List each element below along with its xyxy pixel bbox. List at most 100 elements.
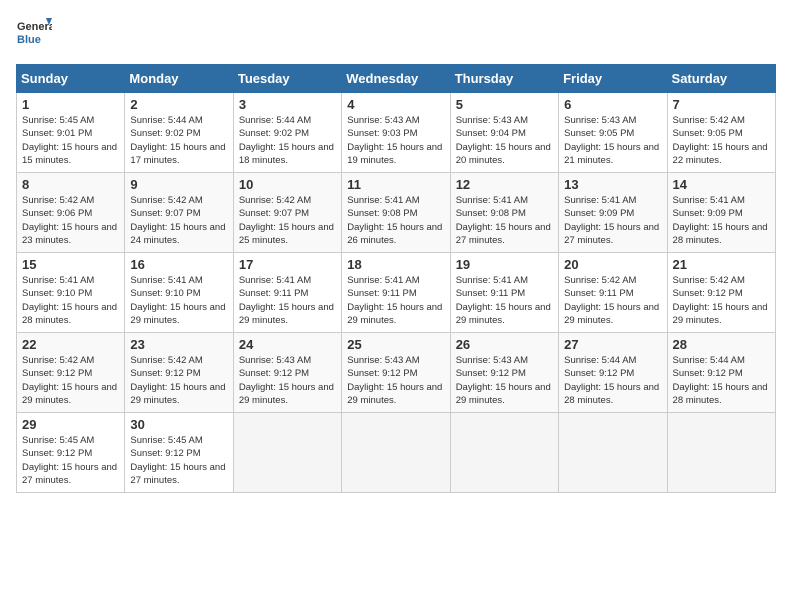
day-info: Sunrise: 5:43 AM Sunset: 9:05 PM Dayligh… [564, 114, 661, 167]
day-info: Sunrise: 5:43 AM Sunset: 9:04 PM Dayligh… [456, 114, 553, 167]
day-info: Sunrise: 5:43 AM Sunset: 9:03 PM Dayligh… [347, 114, 444, 167]
day-cell-4: 4 Sunrise: 5:43 AM Sunset: 9:03 PM Dayli… [342, 93, 450, 173]
day-cell-8: 8 Sunrise: 5:42 AM Sunset: 9:06 PM Dayli… [17, 173, 125, 253]
weekday-header-friday: Friday [559, 65, 667, 93]
day-info: Sunrise: 5:41 AM Sunset: 9:10 PM Dayligh… [130, 274, 227, 327]
day-cell-27: 27 Sunrise: 5:44 AM Sunset: 9:12 PM Dayl… [559, 333, 667, 413]
day-number: 21 [673, 257, 770, 272]
day-number: 23 [130, 337, 227, 352]
day-number: 12 [456, 177, 553, 192]
day-number: 20 [564, 257, 661, 272]
logo: General Blue [16, 16, 52, 52]
header: General Blue [16, 16, 776, 52]
day-info: Sunrise: 5:42 AM Sunset: 9:07 PM Dayligh… [130, 194, 227, 247]
calendar-week-row: 29 Sunrise: 5:45 AM Sunset: 9:12 PM Dayl… [17, 413, 776, 493]
day-number: 19 [456, 257, 553, 272]
day-cell-25: 25 Sunrise: 5:43 AM Sunset: 9:12 PM Dayl… [342, 333, 450, 413]
day-info: Sunrise: 5:41 AM Sunset: 9:08 PM Dayligh… [456, 194, 553, 247]
day-cell-5: 5 Sunrise: 5:43 AM Sunset: 9:04 PM Dayli… [450, 93, 558, 173]
day-cell-15: 15 Sunrise: 5:41 AM Sunset: 9:10 PM Dayl… [17, 253, 125, 333]
day-number: 6 [564, 97, 661, 112]
day-info: Sunrise: 5:42 AM Sunset: 9:05 PM Dayligh… [673, 114, 770, 167]
empty-cell [233, 413, 341, 493]
day-info: Sunrise: 5:41 AM Sunset: 9:10 PM Dayligh… [22, 274, 119, 327]
day-info: Sunrise: 5:41 AM Sunset: 9:11 PM Dayligh… [347, 274, 444, 327]
day-cell-29: 29 Sunrise: 5:45 AM Sunset: 9:12 PM Dayl… [17, 413, 125, 493]
day-info: Sunrise: 5:43 AM Sunset: 9:12 PM Dayligh… [239, 354, 336, 407]
logo-svg: General Blue [16, 16, 52, 52]
svg-text:General: General [17, 21, 52, 33]
day-cell-11: 11 Sunrise: 5:41 AM Sunset: 9:08 PM Dayl… [342, 173, 450, 253]
weekday-header-tuesday: Tuesday [233, 65, 341, 93]
day-number: 26 [456, 337, 553, 352]
day-info: Sunrise: 5:42 AM Sunset: 9:06 PM Dayligh… [22, 194, 119, 247]
day-cell-2: 2 Sunrise: 5:44 AM Sunset: 9:02 PM Dayli… [125, 93, 233, 173]
day-info: Sunrise: 5:42 AM Sunset: 9:12 PM Dayligh… [22, 354, 119, 407]
day-cell-3: 3 Sunrise: 5:44 AM Sunset: 9:02 PM Dayli… [233, 93, 341, 173]
day-info: Sunrise: 5:45 AM Sunset: 9:12 PM Dayligh… [22, 434, 119, 487]
empty-cell [450, 413, 558, 493]
day-number: 24 [239, 337, 336, 352]
calendar-week-row: 22 Sunrise: 5:42 AM Sunset: 9:12 PM Dayl… [17, 333, 776, 413]
day-cell-16: 16 Sunrise: 5:41 AM Sunset: 9:10 PM Dayl… [125, 253, 233, 333]
day-cell-17: 17 Sunrise: 5:41 AM Sunset: 9:11 PM Dayl… [233, 253, 341, 333]
day-number: 27 [564, 337, 661, 352]
empty-cell [559, 413, 667, 493]
day-cell-6: 6 Sunrise: 5:43 AM Sunset: 9:05 PM Dayli… [559, 93, 667, 173]
day-info: Sunrise: 5:44 AM Sunset: 9:02 PM Dayligh… [130, 114, 227, 167]
day-cell-19: 19 Sunrise: 5:41 AM Sunset: 9:11 PM Dayl… [450, 253, 558, 333]
day-number: 1 [22, 97, 119, 112]
weekday-header-wednesday: Wednesday [342, 65, 450, 93]
day-number: 28 [673, 337, 770, 352]
day-number: 22 [22, 337, 119, 352]
day-number: 2 [130, 97, 227, 112]
day-number: 11 [347, 177, 444, 192]
day-info: Sunrise: 5:44 AM Sunset: 9:02 PM Dayligh… [239, 114, 336, 167]
day-cell-13: 13 Sunrise: 5:41 AM Sunset: 9:09 PM Dayl… [559, 173, 667, 253]
day-info: Sunrise: 5:45 AM Sunset: 9:01 PM Dayligh… [22, 114, 119, 167]
day-info: Sunrise: 5:41 AM Sunset: 9:11 PM Dayligh… [239, 274, 336, 327]
day-number: 14 [673, 177, 770, 192]
day-info: Sunrise: 5:42 AM Sunset: 9:12 PM Dayligh… [673, 274, 770, 327]
weekday-header-thursday: Thursday [450, 65, 558, 93]
day-cell-28: 28 Sunrise: 5:44 AM Sunset: 9:12 PM Dayl… [667, 333, 775, 413]
day-info: Sunrise: 5:41 AM Sunset: 9:11 PM Dayligh… [456, 274, 553, 327]
day-number: 9 [130, 177, 227, 192]
day-cell-14: 14 Sunrise: 5:41 AM Sunset: 9:09 PM Dayl… [667, 173, 775, 253]
weekday-header-row: SundayMondayTuesdayWednesdayThursdayFrid… [17, 65, 776, 93]
empty-cell [667, 413, 775, 493]
day-cell-26: 26 Sunrise: 5:43 AM Sunset: 9:12 PM Dayl… [450, 333, 558, 413]
calendar-week-row: 15 Sunrise: 5:41 AM Sunset: 9:10 PM Dayl… [17, 253, 776, 333]
day-info: Sunrise: 5:44 AM Sunset: 9:12 PM Dayligh… [564, 354, 661, 407]
day-cell-1: 1 Sunrise: 5:45 AM Sunset: 9:01 PM Dayli… [17, 93, 125, 173]
day-info: Sunrise: 5:44 AM Sunset: 9:12 PM Dayligh… [673, 354, 770, 407]
day-number: 15 [22, 257, 119, 272]
day-number: 29 [22, 417, 119, 432]
day-number: 7 [673, 97, 770, 112]
day-cell-22: 22 Sunrise: 5:42 AM Sunset: 9:12 PM Dayl… [17, 333, 125, 413]
day-cell-24: 24 Sunrise: 5:43 AM Sunset: 9:12 PM Dayl… [233, 333, 341, 413]
day-info: Sunrise: 5:42 AM Sunset: 9:11 PM Dayligh… [564, 274, 661, 327]
day-info: Sunrise: 5:42 AM Sunset: 9:07 PM Dayligh… [239, 194, 336, 247]
day-info: Sunrise: 5:42 AM Sunset: 9:12 PM Dayligh… [130, 354, 227, 407]
day-cell-10: 10 Sunrise: 5:42 AM Sunset: 9:07 PM Dayl… [233, 173, 341, 253]
day-info: Sunrise: 5:45 AM Sunset: 9:12 PM Dayligh… [130, 434, 227, 487]
day-number: 30 [130, 417, 227, 432]
day-number: 18 [347, 257, 444, 272]
day-number: 4 [347, 97, 444, 112]
day-cell-7: 7 Sunrise: 5:42 AM Sunset: 9:05 PM Dayli… [667, 93, 775, 173]
day-number: 8 [22, 177, 119, 192]
calendar-week-row: 1 Sunrise: 5:45 AM Sunset: 9:01 PM Dayli… [17, 93, 776, 173]
calendar-table: SundayMondayTuesdayWednesdayThursdayFrid… [16, 64, 776, 493]
weekday-header-sunday: Sunday [17, 65, 125, 93]
day-info: Sunrise: 5:43 AM Sunset: 9:12 PM Dayligh… [456, 354, 553, 407]
day-number: 17 [239, 257, 336, 272]
weekday-header-saturday: Saturday [667, 65, 775, 93]
day-cell-21: 21 Sunrise: 5:42 AM Sunset: 9:12 PM Dayl… [667, 253, 775, 333]
day-number: 13 [564, 177, 661, 192]
empty-cell [342, 413, 450, 493]
day-info: Sunrise: 5:41 AM Sunset: 9:09 PM Dayligh… [564, 194, 661, 247]
day-number: 5 [456, 97, 553, 112]
svg-text:Blue: Blue [17, 34, 41, 46]
day-cell-20: 20 Sunrise: 5:42 AM Sunset: 9:11 PM Dayl… [559, 253, 667, 333]
